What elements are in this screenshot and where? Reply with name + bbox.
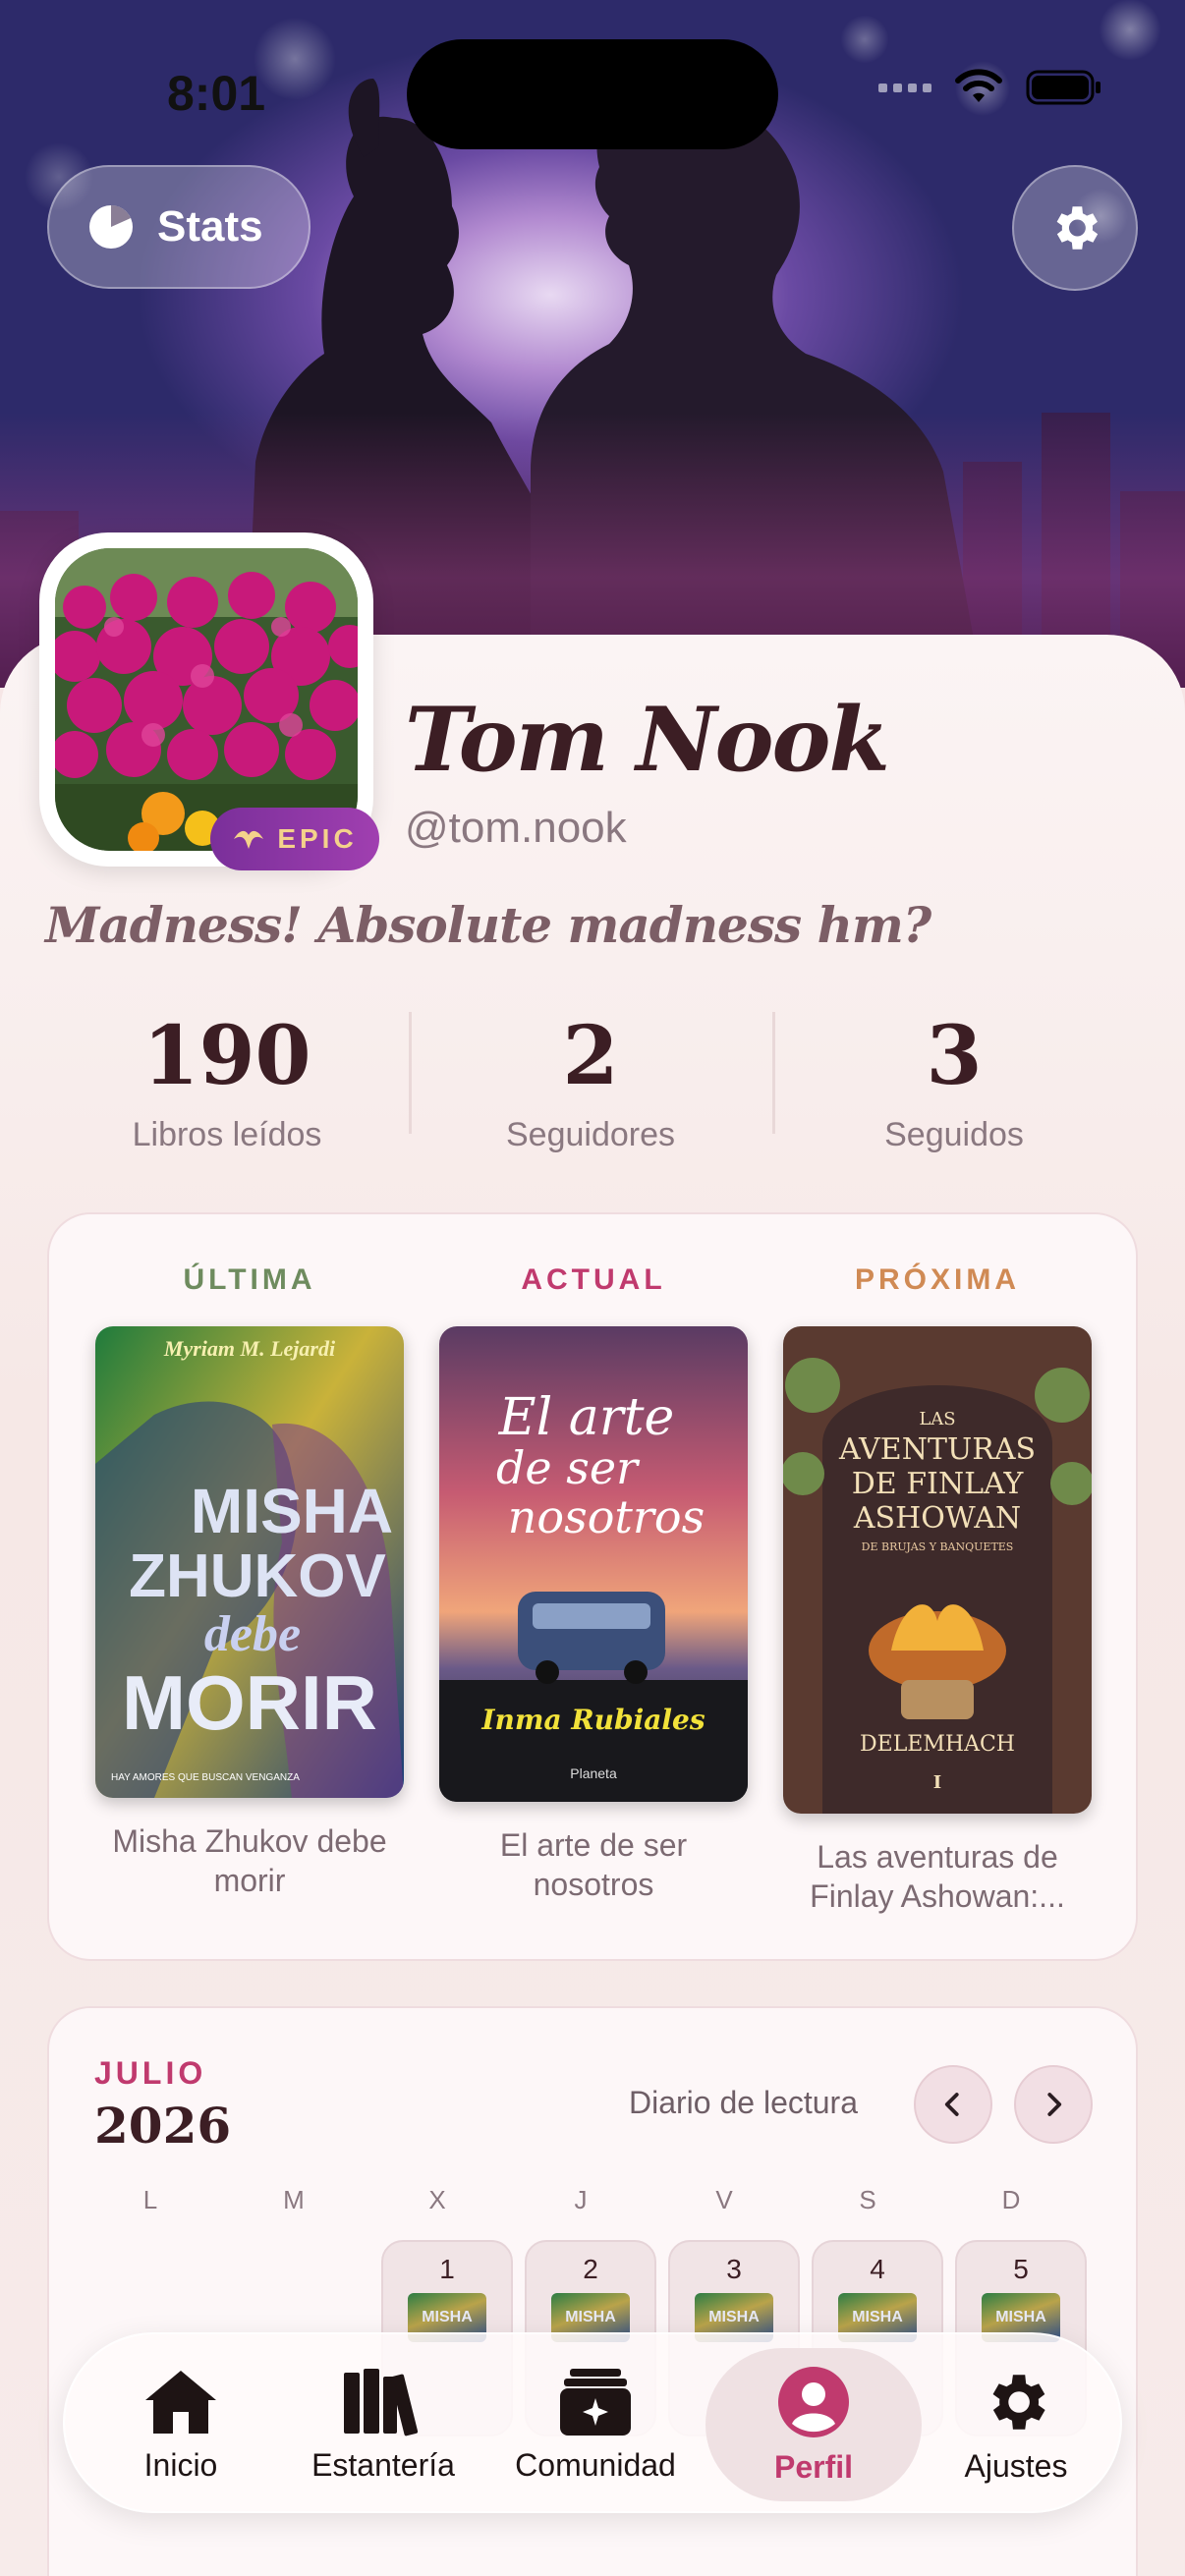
stat-followers[interactable]: 2 Seguidores <box>409 1009 772 1153</box>
cover-author: Inma Rubiales <box>480 1704 705 1736</box>
stats-button[interactable]: Stats <box>47 165 310 289</box>
book-next[interactable]: PRÓXIMA LAS AVENTURAS DE FINLAY ASHOWAN … <box>780 1263 1095 1916</box>
book-title: El arte de ser nosotros <box>499 1827 688 1902</box>
house-icon <box>145 2370 216 2434</box>
tab-comunidad[interactable]: Comunidad <box>487 2334 704 2515</box>
cover-title-line: nosotros <box>508 1490 705 1543</box>
person-circle-icon <box>778 2366 849 2437</box>
stat-label: Libros leídos <box>132 1116 322 1153</box>
tab-label: Comunidad <box>515 2446 676 2483</box>
day-number: 4 <box>870 2254 885 2284</box>
battery-icon <box>1026 70 1100 105</box>
cover-author: Myriam M. Lejardi <box>163 1336 336 1361</box>
reading-diary-label: Diario de lectura <box>629 2085 858 2120</box>
cover-title-line: El arte <box>498 1388 675 1447</box>
weekday-label: M <box>283 2185 305 2214</box>
status-indicators <box>878 69 1102 106</box>
cover-publisher: Planeta <box>570 1765 617 1781</box>
day-number: 1 <box>439 2254 455 2284</box>
cover-title-line: DE FINLAY <box>852 1467 1025 1501</box>
weekday-label: V <box>715 2185 733 2214</box>
day-number: 5 <box>1013 2254 1029 2284</box>
book-cover: Myriam M. Lejardi MISHA ZHUKOV debe MORI… <box>95 1326 404 1798</box>
cellular-signal-icon <box>878 83 931 92</box>
status-time: 8:01 <box>167 66 266 121</box>
profile-name: Tom Nook <box>405 688 890 792</box>
chevron-right-icon <box>1047 2093 1062 2116</box>
day-number: 2 <box>583 2254 598 2284</box>
weekday-label: X <box>428 2185 446 2214</box>
day-number: 3 <box>726 2254 742 2284</box>
weekday-label: D <box>1001 2185 1021 2214</box>
previous-month-button[interactable] <box>914 2065 992 2144</box>
stat-label: Seguidores <box>505 1116 675 1153</box>
cover-volume: I <box>933 1772 941 1793</box>
stat-value: 2 <box>562 1009 619 1103</box>
stat-books-read[interactable]: 190 Libros leídos <box>45 1009 409 1153</box>
chevron-left-icon <box>944 2093 959 2116</box>
weekday-label: L <box>142 2185 158 2214</box>
book-cover: LAS AVENTURAS DE FINLAY ASHOWAN DE BRUJA… <box>783 1326 1092 1814</box>
profile-bio: Madness! Absolute madness hm? <box>45 896 931 954</box>
cover-author: DELEMHACH <box>860 1732 1015 1757</box>
cover-title-line: LAS <box>919 1409 955 1429</box>
pie-chart-icon <box>89 205 133 249</box>
cover-tagline: HAY AMORES QUE BUSCAN VENGANZA <box>111 1772 300 1783</box>
cover-title-line: MISHA <box>191 1476 393 1546</box>
tab-ajustes[interactable]: Ajustes <box>908 2334 1124 2515</box>
book-tag: ÚLTIMA <box>183 1263 316 1296</box>
profile-handle: @tom.nook <box>405 804 627 852</box>
stats-button-label: Stats <box>157 202 263 251</box>
stat-following[interactable]: 3 Seguidos <box>772 1009 1136 1153</box>
book-tag: ACTUAL <box>521 1263 666 1296</box>
tab-inicio[interactable]: Inicio <box>73 2334 289 2515</box>
calendar-month: JULIO <box>94 2055 207 2091</box>
tab-label: Estantería <box>311 2446 455 2483</box>
book-title: Misha Zhukov debe morir <box>112 1823 387 1898</box>
stat-value: 3 <box>926 1009 983 1103</box>
cover-title-line: AVENTURAS <box>838 1432 1036 1467</box>
gear-icon <box>1056 206 1099 250</box>
weekday-label: J <box>574 2185 588 2214</box>
dragon-icon <box>234 830 264 849</box>
gear-icon <box>992 2374 1045 2430</box>
tab-label: Inicio <box>143 2446 218 2483</box>
profile-stats: 190 Libros leídos 2 Seguidores 3 Seguido… <box>45 1009 1136 1153</box>
books-icon <box>344 2368 419 2436</box>
calendar-year: 2026 <box>94 2097 232 2155</box>
book-current[interactable]: ACTUAL El arte de ser nosotros Inma Rubi… <box>436 1263 751 1904</box>
tab-perfil[interactable]: Perfil <box>705 2334 922 2515</box>
epic-badge: EPIC <box>210 808 379 870</box>
next-month-button[interactable] <box>1014 2065 1093 2144</box>
dynamic-island <box>407 39 778 149</box>
settings-button[interactable] <box>1012 165 1138 291</box>
book-title: Las aventuras de Finlay Ashowan:... <box>810 1839 1065 1914</box>
book-cover: El arte de ser nosotros Inma Rubiales Pl… <box>439 1326 748 1802</box>
cover-title-line: MORIR <box>122 1659 377 1746</box>
cover-subtitle: DE BRUJAS Y BANQUETES <box>862 1540 1014 1553</box>
tab-bar: Inicio Estantería Comunidad Perfil Ajust… <box>63 2332 1122 2513</box>
tab-label: Perfil <box>773 2448 854 2485</box>
stat-value: 190 <box>142 1009 311 1103</box>
cover-title-line: ASHOWAN <box>853 1501 1021 1536</box>
cover-title-line: debe <box>204 1606 301 1662</box>
cover-title-line: de ser <box>496 1441 641 1494</box>
avatar-image <box>55 548 358 851</box>
cover-title-line: ZHUKOV <box>129 1542 386 1610</box>
reading-progress-card: ÚLTIMA Myriam M. Lejardi MISHA ZHUKOV de… <box>47 1212 1138 1961</box>
badge-label: EPIC <box>277 823 358 854</box>
wifi-icon <box>955 69 1002 102</box>
tab-label: Ajustes <box>964 2447 1068 2484</box>
community-cards-icon <box>560 2368 631 2436</box>
book-tag: PRÓXIMA <box>854 1263 1020 1296</box>
book-last[interactable]: ÚLTIMA Myriam M. Lejardi MISHA ZHUKOV de… <box>92 1263 407 1900</box>
weekday-label: S <box>859 2185 876 2214</box>
tab-estanteria[interactable]: Estantería <box>275 2334 491 2515</box>
stat-label: Seguidos <box>884 1116 1024 1153</box>
